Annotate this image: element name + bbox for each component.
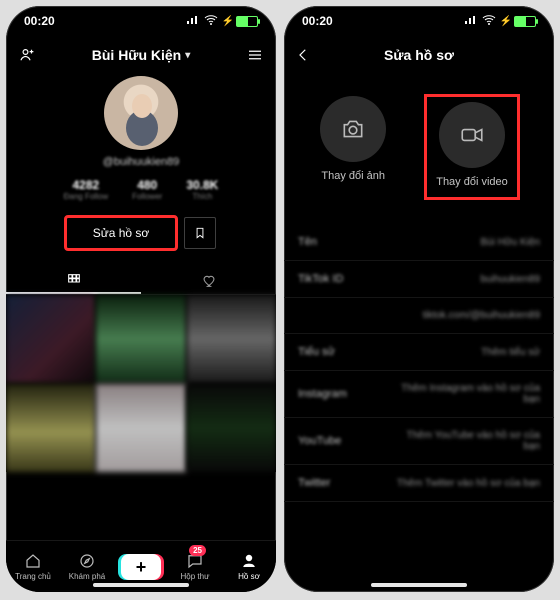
username-text: Bùi Hữu Kiện — [92, 47, 181, 63]
avatar[interactable] — [104, 76, 178, 150]
signal-icon — [464, 14, 478, 28]
video-thumb[interactable] — [6, 295, 95, 383]
home-indicator — [93, 583, 189, 587]
menu-icon[interactable] — [246, 46, 264, 64]
video-grid — [6, 295, 276, 472]
plus-icon: + — [121, 554, 161, 580]
charging-icon: ⚡ — [222, 16, 234, 27]
video-thumb[interactable] — [187, 295, 276, 383]
battery-icon — [236, 16, 258, 27]
edit-profile-button[interactable]: Sửa hồ sơ — [66, 217, 177, 249]
username-dropdown[interactable]: Bùi Hữu Kiện ▾ — [92, 47, 191, 63]
stat-followers[interactable]: 480 Follower — [132, 178, 162, 201]
change-video-option[interactable]: Thay đổi video — [426, 96, 518, 198]
signal-icon — [186, 14, 200, 28]
video-thumb[interactable] — [187, 384, 276, 472]
profile-header: Bùi Hữu Kiện ▾ — [6, 36, 276, 74]
back-icon[interactable] — [294, 46, 312, 64]
home-indicator — [371, 583, 467, 587]
media-options: Thay đổi ảnh Thay đổi video — [284, 96, 554, 198]
status-right: ⚡ — [186, 14, 258, 28]
phone-profile: 00:20 ⚡ Bùi Hữu Kiện ▾ — [6, 6, 276, 592]
change-photo-label: Thay đổi ảnh — [321, 170, 385, 182]
tab-grid[interactable] — [6, 267, 141, 294]
status-time: 00:20 — [24, 14, 55, 28]
status-bar: 00:20 ⚡ — [284, 6, 554, 36]
charging-icon: ⚡ — [500, 16, 512, 27]
stats-row: 4282 Đang Follow 480 Follower 30.8K Thíc… — [64, 178, 219, 201]
form-row[interactable]: YouTube Thêm YouTube vào hồ sơ của bạn — [284, 418, 554, 465]
inbox-badge: 25 — [189, 545, 206, 556]
form-row[interactable]: TikTok ID buihuukien89 — [284, 261, 554, 298]
status-right: ⚡ — [464, 14, 536, 28]
wifi-icon — [204, 14, 218, 28]
add-friend-icon[interactable] — [18, 46, 36, 64]
video-thumb[interactable] — [96, 384, 185, 472]
phone-edit-profile: 00:20 ⚡ Sửa hồ sơ — [284, 6, 554, 592]
tab-profile[interactable]: Hồ sơ — [222, 541, 276, 592]
edit-title: Sửa hồ sơ — [384, 47, 454, 63]
change-photo-option[interactable]: Thay đổi ảnh — [320, 96, 386, 198]
edit-header: Sửa hồ sơ — [284, 36, 554, 74]
video-thumb[interactable] — [6, 384, 95, 472]
stat-following[interactable]: 4282 Đang Follow — [64, 178, 108, 201]
form-row[interactable]: Instagram Thêm Instagram vào hồ sơ của b… — [284, 371, 554, 418]
profile-form: Tên Bùi Hữu Kiện TikTok ID buihuukien89 … — [284, 224, 554, 502]
form-row[interactable]: tiktok.com/@buihuukien89 — [284, 298, 554, 334]
profile-tabs — [6, 267, 276, 295]
tab-home[interactable]: Trang chủ — [6, 541, 60, 592]
bookmark-button[interactable] — [184, 217, 216, 249]
battery-icon — [514, 16, 536, 27]
profile-block: @buihuukien89 4282 Đang Follow 480 Follo… — [6, 76, 276, 249]
chevron-down-icon: ▾ — [185, 50, 190, 61]
form-row[interactable]: Twitter Thêm Twitter vào hồ sơ của bạn — [284, 465, 554, 502]
wifi-icon — [482, 14, 496, 28]
stat-likes[interactable]: 30.8K Thích — [186, 178, 218, 201]
tab-liked[interactable] — [141, 267, 276, 294]
form-row[interactable]: Tiểu sử Thêm tiểu sử — [284, 334, 554, 371]
profile-buttons: Sửa hồ sơ — [66, 217, 217, 249]
status-time: 00:20 — [302, 14, 333, 28]
video-thumb[interactable] — [96, 295, 185, 383]
status-bar: 00:20 ⚡ — [6, 6, 276, 36]
video-icon — [439, 102, 505, 168]
change-video-label: Thay đổi video — [436, 176, 508, 188]
form-row[interactable]: Tên Bùi Hữu Kiện — [284, 224, 554, 261]
handle-text: @buihuukien89 — [103, 156, 180, 168]
camera-icon — [320, 96, 386, 162]
